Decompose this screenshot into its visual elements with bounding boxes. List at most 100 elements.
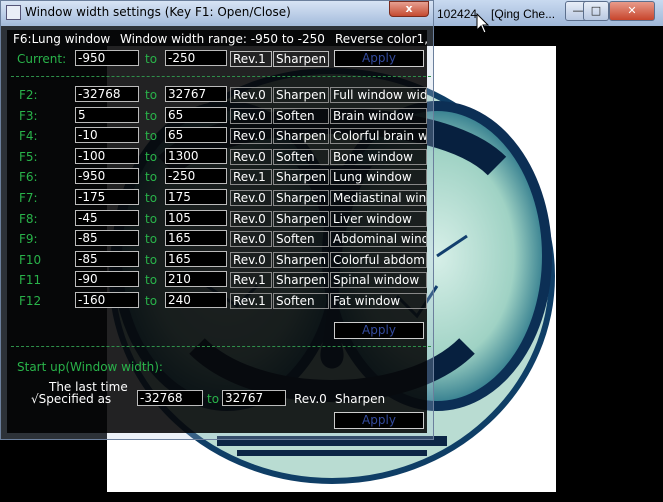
preset-name-input[interactable]: Abdominal window	[330, 231, 427, 247]
preset-to-input[interactable]: 175	[165, 189, 227, 205]
preset-key-label: F9:	[19, 232, 38, 246]
close-button[interactable]: ✕	[609, 1, 655, 21]
preset-row[interactable]: F3: 5 to 65 Rev.0 Soften Brain window	[7, 107, 427, 125]
dialog-title: Window width settings (Key F1: Open/Clos…	[25, 5, 291, 19]
current-from-input[interactable]: -950	[75, 50, 139, 66]
preset-to-input[interactable]: 165	[165, 251, 227, 267]
preset-filter-toggle[interactable]: Sharpen	[273, 169, 329, 185]
startup-reverse-toggle[interactable]: Rev.0	[294, 392, 327, 406]
preset-name-input[interactable]: Liver window	[330, 211, 427, 227]
preset-to-input[interactable]: 105	[165, 210, 227, 226]
preset-from-input[interactable]: -160	[75, 292, 139, 308]
preset-filter-toggle[interactable]: Soften	[273, 108, 329, 124]
preset-key-label: F7:	[19, 191, 38, 205]
preset-reverse-toggle[interactable]: Rev.0	[230, 190, 272, 206]
preset-row[interactable]: F10 -85 to 165Rev.0SharpenColorful abdomina	[7, 251, 427, 269]
preset-reverse-toggle[interactable]: Rev.0	[230, 231, 272, 247]
preset-reverse-toggle[interactable]: Rev.1	[230, 272, 272, 288]
preset-row[interactable]: F2: -32768 to 32767 Rev.0 Sharpen Full window …	[7, 86, 427, 104]
preset-reverse-toggle[interactable]: Rev.0	[230, 149, 272, 165]
preset-reverse-toggle[interactable]: Rev.1	[230, 293, 272, 309]
preset-name-input[interactable]: Mediastinal windo	[330, 190, 427, 206]
preset-to-input[interactable]: -250	[165, 168, 227, 184]
preset-to-input[interactable]: 210	[165, 271, 227, 287]
current-to-label: to	[145, 52, 158, 66]
preset-filter-toggle[interactable]: Sharpen	[273, 128, 329, 144]
startup-specified-option[interactable]: √Specified as	[31, 392, 111, 406]
presets-apply-button[interactable]: Apply	[334, 322, 424, 339]
preset-reverse-toggle[interactable]: Rev.0	[230, 252, 272, 268]
startup-from-input[interactable]: -32768	[137, 390, 203, 406]
preset-row[interactable]: F7: -175 to 175Rev.0SharpenMediastinal wind…	[7, 189, 427, 207]
preset-from-input[interactable]: -950	[75, 168, 139, 184]
preset-filter-toggle[interactable]: Sharpen	[273, 252, 329, 268]
preset-filter-toggle[interactable]: Sharpen	[273, 272, 329, 288]
preset-name-input[interactable]: Lung window	[330, 169, 427, 185]
preset-filter-toggle[interactable]: Sharpen	[273, 87, 329, 103]
preset-row[interactable]: F6: -950 to -250 Rev.1 Sharpen Lung window	[7, 168, 427, 186]
current-reverse-toggle[interactable]: Rev.1	[230, 51, 272, 67]
preset-to-input[interactable]: 65	[165, 107, 227, 123]
preset-to-input[interactable]: 165	[165, 230, 227, 246]
preset-key-label: F11	[19, 273, 42, 287]
dialog-titlebar[interactable]: Window width settings (Key F1: Open/Clos…	[1, 1, 433, 23]
preset-row[interactable]: F12 -160 to 240 Rev.1 Soften Fat window	[7, 292, 427, 310]
dialog-close-button[interactable]: x	[389, 1, 429, 17]
preset-name-input[interactable]: Colorful brain wind	[330, 128, 427, 144]
preset-from-input[interactable]: -10	[75, 127, 139, 143]
preset-to-input[interactable]: 32767	[165, 86, 227, 102]
preset-name-input[interactable]: Full window width	[330, 87, 427, 103]
preset-filter-toggle[interactable]: Sharpen	[273, 190, 329, 206]
preset-from-input[interactable]: -32768	[75, 86, 139, 102]
preset-reverse-toggle[interactable]: Rev.0	[230, 108, 272, 124]
preset-from-input[interactable]: -90	[75, 271, 139, 287]
preset-reverse-toggle[interactable]: Rev.1	[230, 169, 272, 185]
preset-from-input[interactable]: -45	[75, 210, 139, 226]
preset-row[interactable]: F8: -45 to 105 Rev.0 Sharpen Liver window	[7, 210, 427, 228]
startup-filter-toggle[interactable]: Sharpen	[335, 392, 385, 406]
preset-name-input[interactable]: Brain window	[330, 108, 427, 124]
preset-to-label: to	[145, 129, 158, 143]
preset-from-input[interactable]: 5	[75, 107, 139, 123]
preset-reverse-toggle[interactable]: Rev.0	[230, 128, 272, 144]
preset-from-input[interactable]: -175	[75, 189, 139, 205]
preset-to-label: to	[145, 253, 158, 267]
preset-filter-toggle[interactable]: Soften	[273, 231, 329, 247]
preset-key-label: F4:	[19, 129, 38, 143]
preset-name-input[interactable]: Fat window	[330, 293, 427, 309]
preset-row[interactable]: F4: -10 to 65Rev.0SharpenColorful brain win…	[7, 127, 427, 145]
current-filter-toggle[interactable]: Sharpen	[273, 51, 329, 67]
preset-from-input[interactable]: -100	[75, 148, 139, 164]
maximize-button[interactable]: □	[583, 1, 609, 21]
preset-name-input[interactable]: Spinal window	[330, 272, 427, 288]
background-window-title: 102424 [Qing Che...	[437, 7, 556, 21]
preset-key-label: F8:	[19, 212, 38, 226]
preset-key-label: F3:	[19, 109, 38, 123]
preset-from-input[interactable]: -85	[75, 251, 139, 267]
startup-apply-button[interactable]: Apply	[334, 412, 424, 429]
preset-key-label: F6:	[19, 170, 38, 184]
preset-to-input[interactable]: 240	[165, 292, 227, 308]
current-apply-button[interactable]: Apply	[334, 50, 424, 67]
preset-row[interactable]: F11 -90 to 210 Rev.1 Sharpen Spinal window	[7, 271, 427, 289]
preset-row[interactable]: F9: -85 to 165Rev.0SoftenAbdominal window	[7, 230, 427, 248]
preset-row[interactable]: F5: -100 to 1300 Rev.0 Soften Bone window	[7, 148, 427, 166]
current-label: Current:	[17, 52, 67, 66]
current-to-input[interactable]: -250	[165, 50, 227, 66]
separator	[11, 346, 431, 347]
preset-key-label: F12	[19, 294, 42, 308]
preset-to-label: to	[145, 212, 158, 226]
preset-reverse-toggle[interactable]: Rev.0	[230, 87, 272, 103]
preset-to-input[interactable]: 1300	[165, 148, 227, 164]
preset-to-input[interactable]: 65	[165, 127, 227, 143]
mode-text: Reverse color1, Sharpen	[335, 32, 427, 46]
preset-filter-toggle[interactable]: Soften	[273, 149, 329, 165]
preset-filter-toggle[interactable]: Sharpen	[273, 211, 329, 227]
preset-from-input[interactable]: -85	[75, 230, 139, 246]
preset-name-input[interactable]: Colorful abdomina	[330, 252, 427, 268]
preset-reverse-toggle[interactable]: Rev.0	[230, 211, 272, 227]
startup-to-input[interactable]: 32767	[222, 390, 286, 406]
mouse-cursor-icon	[476, 13, 490, 34]
preset-filter-toggle[interactable]: Soften	[273, 293, 329, 309]
preset-name-input[interactable]: Bone window	[330, 149, 427, 165]
